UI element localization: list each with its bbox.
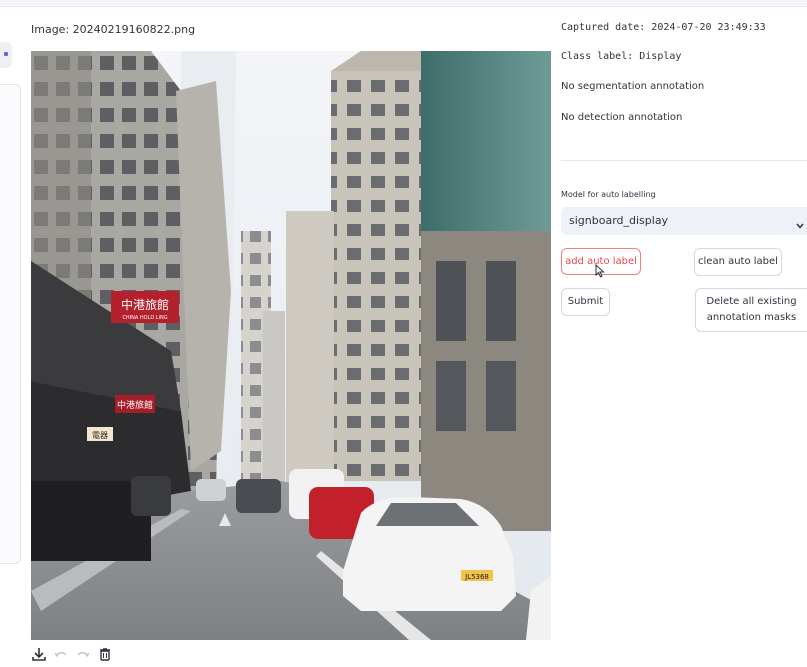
model-select[interactable]: signboard_display (561, 207, 807, 235)
mouse-pointer-icon (595, 263, 605, 282)
sidebar-collapse-handle[interactable] (0, 42, 12, 68)
captured-date: Captured date: 2024-07-20 23:49:33 (561, 22, 766, 33)
left-panel-edge (0, 84, 21, 564)
model-select-value: signboard_display (569, 214, 669, 227)
segmentation-status: No segmentation annotation (561, 81, 705, 92)
sign-2: 中港旅館 (117, 399, 153, 411)
sign-3: 電器 (92, 431, 108, 440)
delete-masks-button[interactable]: Delete all existing annotation masks (695, 288, 807, 332)
image-toolbar (30, 644, 114, 664)
section-divider (561, 160, 807, 161)
trash-icon[interactable] (96, 645, 114, 663)
top-header-strip (0, 0, 807, 7)
download-icon[interactable] (30, 645, 48, 663)
plate-text: JL5368 (464, 573, 489, 581)
clean-auto-label-button[interactable]: clean auto label (694, 248, 782, 276)
sign-1-main: 中港旅館 (121, 297, 169, 312)
street-photo-canvas: 中港旅館 CHINA HOLD LING 中港旅館 電器 JL5368 (31, 51, 551, 640)
model-select-label: Model for auto labelling (561, 190, 656, 199)
class-label: Class label: Display (561, 51, 682, 62)
undo-icon[interactable] (52, 645, 70, 663)
sign-1-sub: CHINA HOLD LING (122, 315, 167, 321)
detection-status: No detection annotation (561, 112, 683, 123)
chevron-down-icon (795, 216, 805, 235)
street-photo[interactable]: 中港旅館 CHINA HOLD LING 中港旅館 電器 JL5368 (31, 51, 551, 640)
redo-icon[interactable] (74, 645, 92, 663)
submit-button[interactable]: Submit (561, 288, 610, 316)
image-caption: Image: 20240219160822.png (31, 23, 196, 36)
